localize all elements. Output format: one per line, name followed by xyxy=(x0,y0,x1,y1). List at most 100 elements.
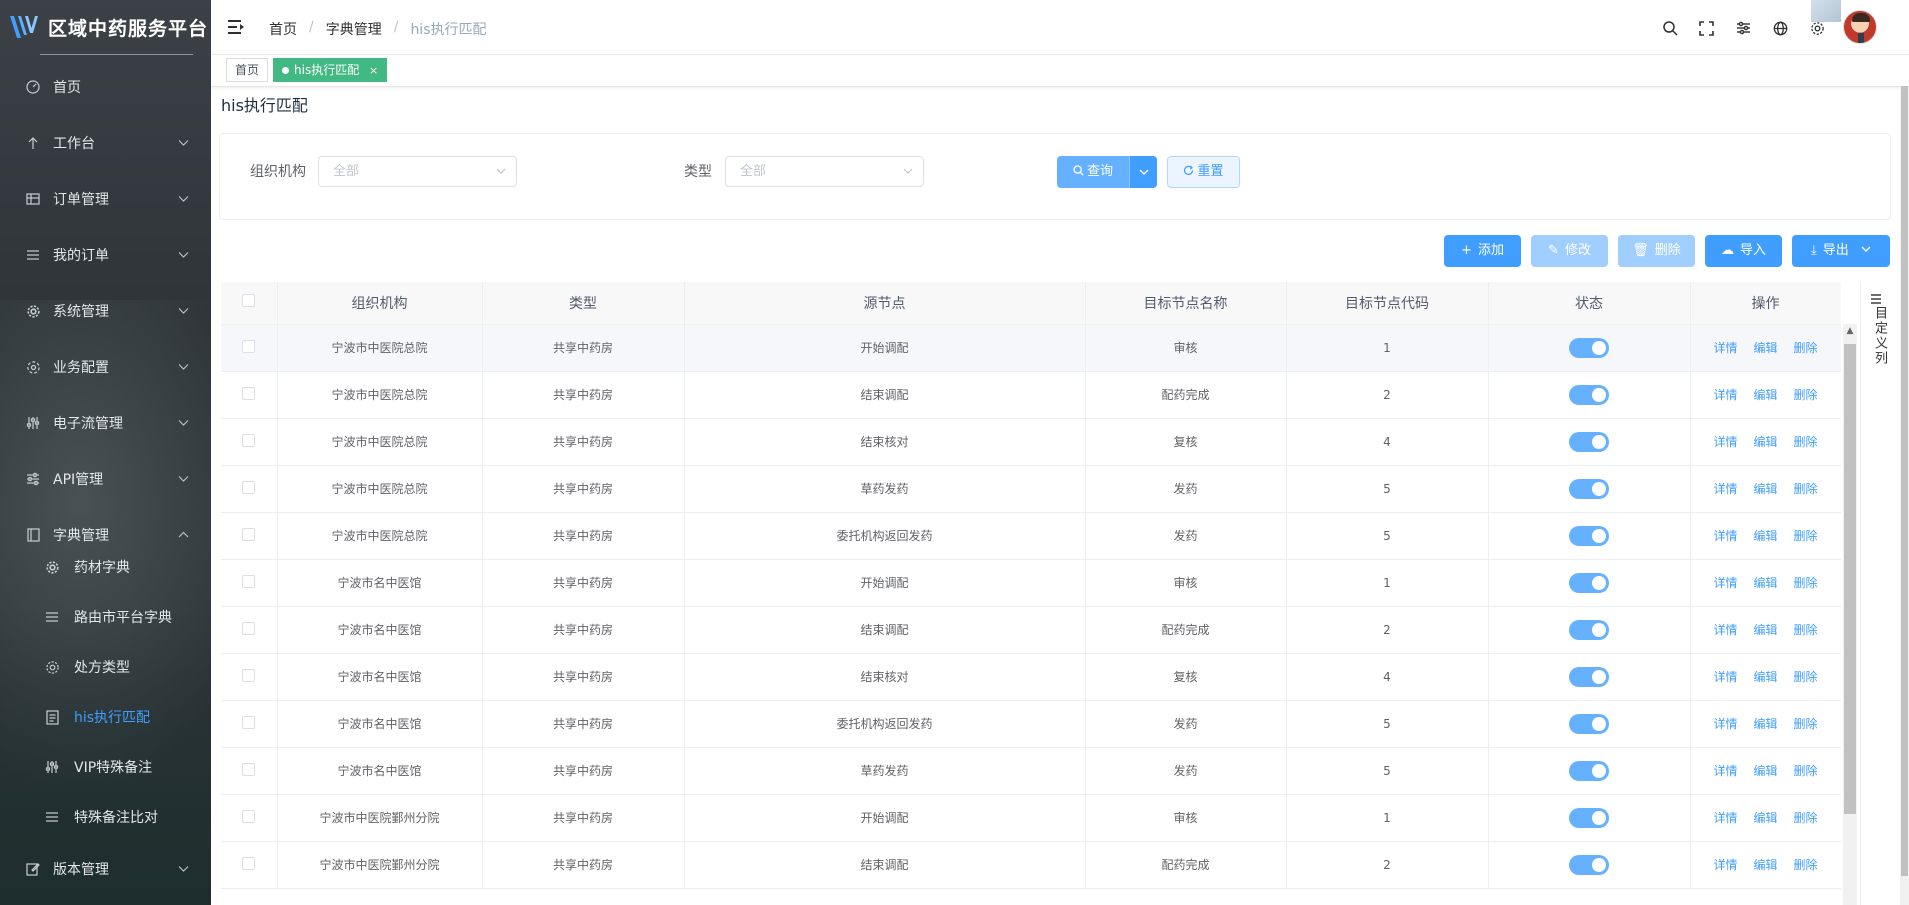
edit-link[interactable]: 编辑 xyxy=(1753,435,1777,449)
scrollbar-thumb[interactable] xyxy=(1844,344,1856,814)
edit-link[interactable]: 编辑 xyxy=(1753,623,1777,637)
status-toggle[interactable] xyxy=(1569,572,1609,593)
status-toggle[interactable] xyxy=(1569,854,1609,875)
row-checkbox[interactable] xyxy=(242,480,256,494)
edit-link[interactable]: 编辑 xyxy=(1753,529,1777,543)
edit-link[interactable]: 编辑 xyxy=(1753,341,1777,355)
delete-link[interactable]: 删除 xyxy=(1794,529,1818,543)
detail-link[interactable]: 详情 xyxy=(1713,576,1737,590)
detail-link[interactable]: 详情 xyxy=(1713,388,1737,402)
edit-link[interactable]: 编辑 xyxy=(1753,858,1777,872)
table-row[interactable]: 宁波市名中医馆 共享中药房 结束调配 配药完成 2 详情 编辑 删除 xyxy=(221,606,1841,654)
detail-link[interactable]: 详情 xyxy=(1713,482,1737,496)
row-checkbox[interactable] xyxy=(242,668,256,682)
sidebar-item[interactable]: 系统管理 xyxy=(0,291,211,331)
row-checkbox[interactable] xyxy=(242,856,256,870)
delete-link[interactable]: 删除 xyxy=(1794,435,1818,449)
status-toggle[interactable] xyxy=(1569,666,1609,687)
detail-link[interactable]: 详情 xyxy=(1713,811,1737,825)
close-icon[interactable]: × xyxy=(369,64,378,77)
edit-link[interactable]: 编辑 xyxy=(1753,811,1777,825)
table-row[interactable]: 宁波市中医院鄞州分院 共享中药房 结束调配 配药完成 2 详情 编辑 删除 xyxy=(221,841,1841,889)
corner-widget-icon[interactable] xyxy=(1811,0,1841,22)
sidebar-item[interactable]: 首页 xyxy=(0,67,211,107)
detail-link[interactable]: 详情 xyxy=(1713,623,1737,637)
sidebar-item[interactable]: 业务配置 xyxy=(0,347,211,387)
type-select[interactable]: 全部 xyxy=(725,156,924,187)
sidebar-item[interactable]: 电子流管理 xyxy=(0,403,211,443)
edit-link[interactable]: 编辑 xyxy=(1753,576,1777,590)
row-checkbox[interactable] xyxy=(242,762,256,776)
scrollbar-thumb[interactable] xyxy=(1901,86,1908,876)
detail-link[interactable]: 详情 xyxy=(1713,858,1737,872)
custom-columns-panel[interactable]: 目定义列 xyxy=(1860,282,1890,905)
edit-button[interactable]: ✎ 修改 xyxy=(1531,235,1608,267)
detail-link[interactable]: 详情 xyxy=(1713,529,1737,543)
sidebar-item[interactable]: 路由市平台字典 xyxy=(0,597,211,637)
sidebar-item[interactable]: 处方类型 xyxy=(0,647,211,687)
status-toggle[interactable] xyxy=(1569,619,1609,640)
detail-link[interactable]: 详情 xyxy=(1713,717,1737,731)
query-button[interactable]: 查询 xyxy=(1057,156,1129,188)
hamburger-icon[interactable] xyxy=(228,19,245,35)
fullscreen-icon[interactable] xyxy=(1688,17,1725,39)
delete-link[interactable]: 删除 xyxy=(1794,717,1818,731)
sidebar-item[interactable]: 订单管理 xyxy=(0,179,211,219)
sidebar-item[interactable]: 工作台 xyxy=(0,123,211,163)
delete-link[interactable]: 删除 xyxy=(1794,388,1818,402)
delete-link[interactable]: 删除 xyxy=(1794,670,1818,684)
edit-link[interactable]: 编辑 xyxy=(1753,670,1777,684)
row-checkbox[interactable] xyxy=(242,386,256,400)
query-dropdown-button[interactable] xyxy=(1129,156,1157,188)
breadcrumb-dict[interactable]: 字典管理 xyxy=(326,19,382,39)
detail-link[interactable]: 详情 xyxy=(1713,764,1737,778)
delete-link[interactable]: 删除 xyxy=(1794,576,1818,590)
sidebar-item[interactable]: 版本管理 xyxy=(0,849,211,889)
search-icon[interactable] xyxy=(1651,17,1688,39)
layout-settings-icon[interactable] xyxy=(1725,17,1762,39)
delete-link[interactable]: 删除 xyxy=(1794,482,1818,496)
sidebar-item[interactable]: API管理 xyxy=(0,459,211,499)
tag-home[interactable]: 首页 xyxy=(226,58,269,82)
delete-link[interactable]: 删除 xyxy=(1794,623,1818,637)
edit-link[interactable]: 编辑 xyxy=(1753,764,1777,778)
row-checkbox[interactable] xyxy=(242,715,256,729)
table-row[interactable]: 宁波市中医院总院 共享中药房 委托机构返回发药 发药 5 详情 编辑 删除 xyxy=(221,512,1841,560)
status-toggle[interactable] xyxy=(1569,760,1609,781)
reset-button[interactable]: 重置 xyxy=(1167,156,1240,188)
row-checkbox[interactable] xyxy=(242,621,256,635)
user-avatar[interactable] xyxy=(1843,10,1877,44)
detail-link[interactable]: 详情 xyxy=(1713,341,1737,355)
table-row[interactable]: 宁波市中医院鄞州分院 共享中药房 开始调配 审核 1 详情 编辑 删除 xyxy=(221,794,1841,842)
status-toggle[interactable] xyxy=(1569,807,1609,828)
row-checkbox[interactable] xyxy=(242,339,256,353)
row-checkbox[interactable] xyxy=(242,574,256,588)
detail-link[interactable]: 详情 xyxy=(1713,670,1737,684)
select-all-checkbox[interactable] xyxy=(242,294,256,308)
table-row[interactable]: 宁波市名中医馆 共享中药房 结束核对 复核 4 详情 编辑 删除 xyxy=(221,653,1841,701)
table-row[interactable]: 宁波市中医院总院 共享中药房 开始调配 审核 1 详情 编辑 删除 xyxy=(221,324,1841,372)
delete-link[interactable]: 删除 xyxy=(1794,341,1818,355)
tag-his-match[interactable]: his执行匹配 × xyxy=(273,58,388,82)
delete-link[interactable]: 删除 xyxy=(1794,764,1818,778)
table-row[interactable]: 宁波市中医院总院 共享中药房 结束调配 配药完成 2 详情 编辑 删除 xyxy=(221,371,1841,419)
org-select[interactable]: 全部 xyxy=(318,156,517,187)
status-toggle[interactable] xyxy=(1569,337,1609,358)
table-row[interactable]: 宁波市中医院总院 共享中药房 结束核对 复核 4 详情 编辑 删除 xyxy=(221,418,1841,466)
language-icon[interactable] xyxy=(1762,17,1799,39)
detail-link[interactable]: 详情 xyxy=(1713,435,1737,449)
edit-link[interactable]: 编辑 xyxy=(1753,482,1777,496)
delete-button[interactable]: 🗑 删除 xyxy=(1618,235,1695,267)
delete-link[interactable]: 删除 xyxy=(1794,858,1818,872)
sidebar-item[interactable]: 药材字典 xyxy=(0,547,211,587)
table-scrollbar[interactable] xyxy=(1843,324,1857,905)
import-button[interactable]: ☁ 导入 xyxy=(1705,235,1782,267)
sidebar-item[interactable]: 特殊备注比对 xyxy=(0,797,211,837)
table-row[interactable]: 宁波市名中医馆 共享中药房 委托机构返回发药 发药 5 详情 编辑 删除 xyxy=(221,700,1841,748)
sidebar-item[interactable]: 我的订单 xyxy=(0,235,211,275)
edit-link[interactable]: 编辑 xyxy=(1753,388,1777,402)
delete-link[interactable]: 删除 xyxy=(1794,811,1818,825)
status-toggle[interactable] xyxy=(1569,525,1609,546)
add-button[interactable]: + 添加 xyxy=(1444,235,1521,267)
status-toggle[interactable] xyxy=(1569,431,1609,452)
